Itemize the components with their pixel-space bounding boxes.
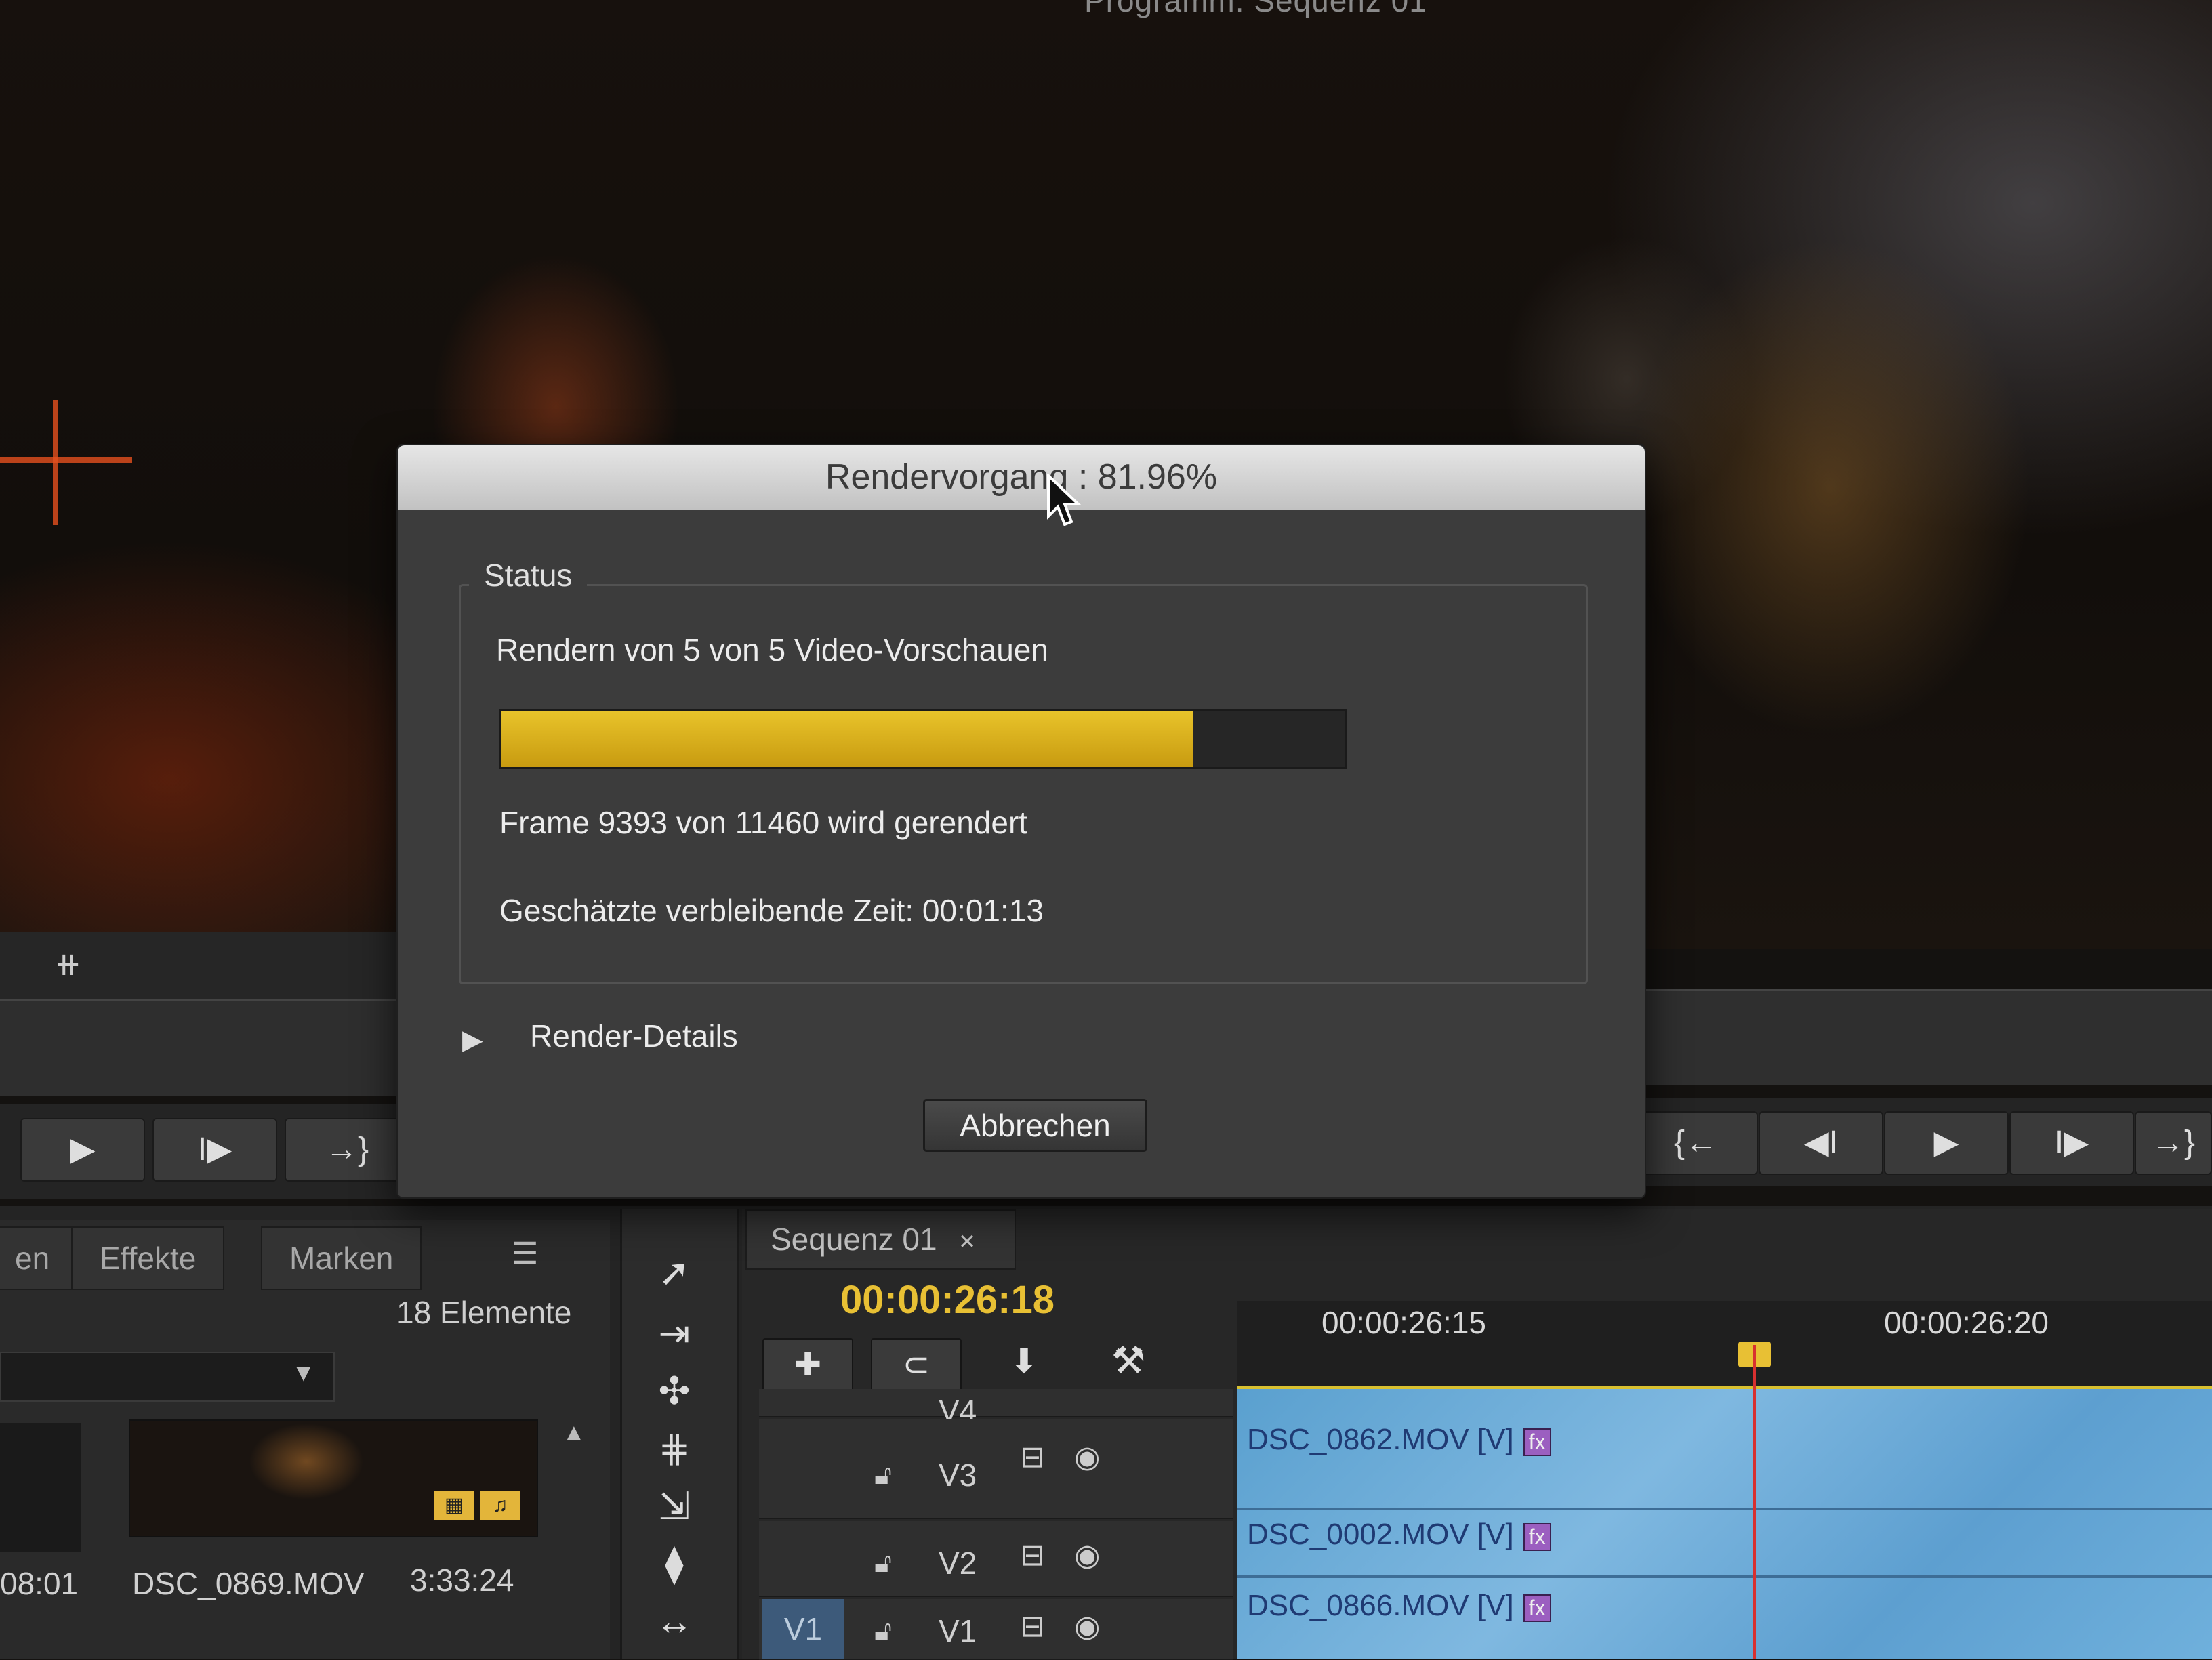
mouse-cursor-icon bbox=[1047, 474, 1081, 526]
tab-project[interactable]: en bbox=[0, 1226, 79, 1290]
close-icon[interactable]: × bbox=[959, 1226, 975, 1256]
crosshair-vertical bbox=[53, 400, 58, 525]
source-monitor-toolbar: ⧺ bbox=[0, 932, 420, 999]
sync-lock-icon[interactable]: ⊟ bbox=[1020, 1609, 1045, 1644]
source-monitor-ruler[interactable] bbox=[0, 999, 420, 1096]
crosshair-horizontal bbox=[0, 457, 132, 463]
rendering-status-text: Rendern von 5 von 5 Video-Vorschauen bbox=[496, 632, 1048, 667]
program-monitor-title: Programm: Sequenz 01 bbox=[1084, 0, 1427, 18]
rolling-edit-tool-icon[interactable]: ⋕ bbox=[640, 1426, 708, 1471]
render-details-toggle[interactable]: Render-Details bbox=[530, 1018, 738, 1054]
program-play-button[interactable]: ▶ bbox=[1884, 1111, 2009, 1175]
selection-tool-icon[interactable]: ➚ bbox=[640, 1250, 708, 1295]
track-target-v1[interactable]: V1 bbox=[762, 1599, 844, 1659]
element-count: 18 Elemente bbox=[396, 1295, 572, 1330]
sync-lock-icon[interactable]: ⊟ bbox=[1020, 1538, 1045, 1573]
lock-icon[interactable]: 🔓︎ bbox=[874, 1460, 892, 1491]
program-step-forward-button[interactable]: I▶ bbox=[2009, 1111, 2134, 1175]
track-header-v3 bbox=[759, 1419, 1233, 1519]
dialog-title[interactable]: Rendervorgang : 81.96% bbox=[398, 445, 1645, 510]
track-select-tool-icon[interactable]: ⇥ bbox=[640, 1311, 708, 1356]
timeline-clip[interactable]: DSC_0002.MOV [V] fx bbox=[1247, 1518, 1551, 1552]
clip-duration: 3:33:24 bbox=[410, 1562, 514, 1598]
lock-icon[interactable]: 🔓︎ bbox=[874, 1548, 892, 1579]
timeline-clip[interactable]: DSC_0866.MOV [V] fx bbox=[1247, 1589, 1551, 1623]
rate-stretch-tool-icon[interactable]: ⇲ bbox=[640, 1484, 708, 1529]
clip-label: DSC_0866.MOV [V] bbox=[1247, 1589, 1514, 1622]
track-header-v4 bbox=[759, 1389, 1233, 1417]
render-dialog: Rendervorgang : 81.96% Status Rendern vo… bbox=[396, 444, 1646, 1199]
clip-badges: ▦ ♫ bbox=[434, 1491, 526, 1520]
eye-icon[interactable]: ◉ bbox=[1074, 1538, 1100, 1573]
clip-duration: 08:01 bbox=[0, 1566, 79, 1601]
lock-icon[interactable]: 🔓︎ bbox=[874, 1616, 892, 1646]
tab-effekte[interactable]: Effekte bbox=[71, 1226, 225, 1290]
eye-icon[interactable]: ◉ bbox=[1074, 1609, 1100, 1644]
wrench-icon[interactable]: ⚒ bbox=[1111, 1338, 1145, 1383]
clip-divider bbox=[1237, 1575, 2212, 1578]
track-label: V2 bbox=[939, 1545, 977, 1581]
cancel-button[interactable]: Abbrechen bbox=[923, 1099, 1147, 1152]
source-monitor-controls: ▶ I▶ →} bbox=[0, 1104, 420, 1199]
fx-badge[interactable]: fx bbox=[1523, 1594, 1551, 1622]
track-label: V1 bbox=[939, 1613, 977, 1648]
fx-badge[interactable]: fx bbox=[1523, 1523, 1551, 1551]
panel-menu-icon[interactable]: ☰ bbox=[512, 1237, 538, 1271]
chevron-down-icon[interactable]: ▼ bbox=[291, 1358, 316, 1387]
eye-icon[interactable]: ◉ bbox=[1074, 1440, 1100, 1474]
disclosure-triangle-icon[interactable]: ▶ bbox=[462, 1024, 483, 1056]
scroll-up-icon[interactable]: ▲ bbox=[562, 1419, 586, 1446]
clip-thumbnail[interactable] bbox=[0, 1423, 81, 1552]
snap-button[interactable]: ✚ bbox=[762, 1338, 853, 1392]
project-filter-dropdown[interactable] bbox=[0, 1352, 335, 1402]
playhead[interactable] bbox=[1753, 1345, 1756, 1659]
source-play-button[interactable]: ▶ bbox=[20, 1118, 145, 1182]
clip-label: DSC_0002.MOV [V] bbox=[1247, 1518, 1514, 1551]
frame-progress-text: Frame 9393 von 11460 wird gerendert bbox=[499, 805, 1028, 840]
timeline-timecode[interactable]: 00:00:26:18 bbox=[840, 1277, 1054, 1323]
clip-divider bbox=[1237, 1508, 2212, 1510]
tab-marken[interactable]: Marken bbox=[261, 1226, 422, 1290]
source-go-out-button[interactable]: →} bbox=[285, 1118, 409, 1182]
source-step-forward-button[interactable]: I▶ bbox=[152, 1118, 277, 1182]
tab-sequence[interactable]: Sequenz 01 × bbox=[745, 1209, 1016, 1270]
ruler-time-label: 00:00:26:15 bbox=[1322, 1305, 1487, 1340]
add-marker-icon[interactable]: ⬇ bbox=[1010, 1342, 1038, 1381]
clip-name: DSC_0869.MOV bbox=[132, 1566, 365, 1601]
ruler-time-label: 00:00:26:20 bbox=[1884, 1305, 2049, 1340]
program-go-out-button[interactable]: →} bbox=[2135, 1111, 2212, 1175]
timeline-clip[interactable]: DSC_0862.MOV [V] fx bbox=[1247, 1423, 1551, 1457]
render-progress-fill bbox=[501, 711, 1193, 767]
audio-badge-icon: ♫ bbox=[480, 1491, 520, 1520]
clip-label: DSC_0862.MOV [V] bbox=[1247, 1423, 1514, 1456]
track-header-v2 bbox=[759, 1521, 1233, 1597]
marker-icon[interactable]: ⧺ bbox=[54, 945, 81, 983]
remaining-time-text: Geschätzte verbleibende Zeit: 00:01:13 bbox=[499, 893, 1044, 928]
sync-lock-icon[interactable]: ⊟ bbox=[1020, 1440, 1045, 1474]
fx-badge[interactable]: fx bbox=[1523, 1428, 1551, 1456]
track-label: V3 bbox=[939, 1457, 977, 1493]
program-monitor-ruler[interactable] bbox=[1626, 989, 2212, 1085]
program-go-in-button[interactable]: {← bbox=[1633, 1111, 1758, 1175]
ripple-edit-tool-icon[interactable]: ✣ bbox=[640, 1369, 708, 1413]
program-step-back-button[interactable]: ◀I bbox=[1759, 1111, 1883, 1175]
razor-tool-icon[interactable]: ⧫ bbox=[640, 1541, 708, 1586]
render-progress-bar bbox=[499, 709, 1347, 769]
video-badge-icon: ▦ bbox=[434, 1491, 474, 1520]
slip-tool-icon[interactable]: ↔ bbox=[640, 1599, 708, 1643]
program-monitor-controls: {← ◀I ▶ I▶ →} bbox=[1626, 1098, 2212, 1186]
status-group-label: Status bbox=[469, 557, 588, 594]
sequence-tab-label: Sequenz 01 bbox=[771, 1222, 937, 1257]
linked-selection-button[interactable]: ⊂ bbox=[871, 1338, 962, 1392]
